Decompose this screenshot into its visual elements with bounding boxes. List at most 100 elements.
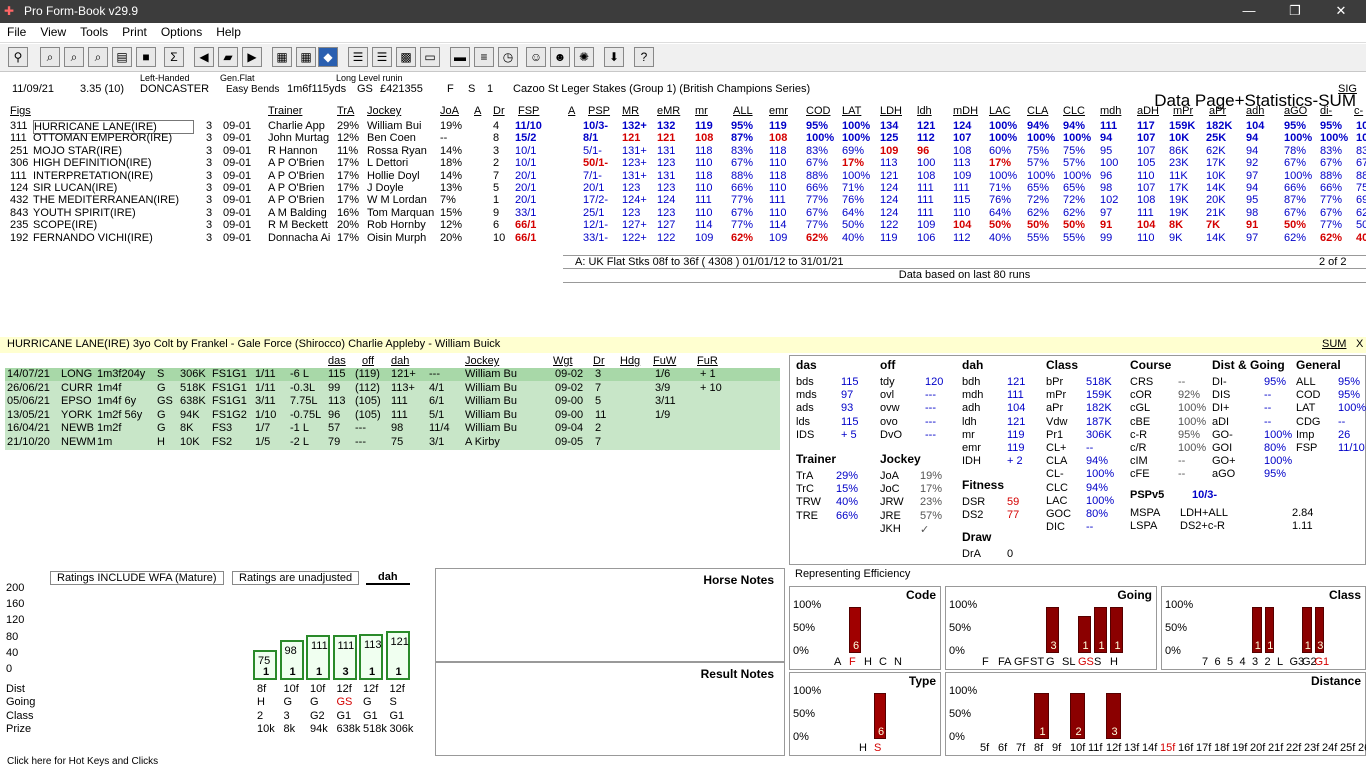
folder-icon[interactable]: ▬ [450,47,470,67]
find-icon[interactable]: ⌕ [88,47,108,67]
form-row[interactable]: 05/06/21 EPSO 1m4f 6y GS 638K FS1G1 3/11 7.75L 1… [5,395,780,408]
form-col-header[interactable]: Hdg [620,355,640,367]
bulb-icon[interactable]: ✺ [574,47,594,67]
ratings-adjust-toggle[interactable]: Ratings are unadjusted [232,571,360,585]
runner-row[interactable]: 843 YOUTH SPIRIT(IRE) 3 09-01 A M Balding 16%… [0,207,1366,219]
split-icon[interactable]: ☰ [348,47,368,67]
col-header[interactable]: emr [769,105,788,117]
form-col-header[interactable]: Wgt [553,355,573,367]
col-header[interactable]: TrA [337,105,354,117]
col-header[interactable]: LDH [880,105,902,117]
maximize-button[interactable]: ❐ [1272,0,1318,23]
grid-icon[interactable]: ▦ [272,47,292,67]
horse-notes-box[interactable]: Horse Notes [435,568,785,662]
col-header[interactable]: MR [622,105,639,117]
col-header[interactable]: LAT [842,105,861,117]
rating-bar[interactable]: 75 1 [253,649,277,680]
memo-icon[interactable]: ▭ [420,47,440,67]
runner-row[interactable]: 311 HURRICANE LANE(IRE) 3 09-01 Charlie App 2… [0,120,1366,134]
runner-row[interactable]: 111 INTERPRETATION(IRE) 3 09-01 A P O'Brien 1… [0,170,1366,182]
menu-options[interactable]: Options [154,23,209,41]
col-header[interactable]: Jockey [367,105,401,117]
result-notes-box[interactable]: Result Notes [435,662,785,756]
col-header[interactable]: aPr [1209,105,1226,117]
ratings-dah-toggle[interactable]: dah [366,571,410,585]
checklist-icon[interactable]: ≡ [474,47,494,67]
runner-row[interactable]: 432 THE MEDITERRANEAN(IRE) 3 09-01 A P O'Bri… [0,194,1366,206]
menu-print[interactable]: Print [115,23,154,41]
runner-row[interactable]: 235 SCOPE(IRE) 3 09-01 R M Beckett 20% Rob Hor… [0,219,1366,231]
binoculars-icon[interactable]: ⚲ [8,47,28,67]
view-icon[interactable]: ◆ [318,47,338,67]
zoom-icon[interactable]: ⌕ [64,47,84,67]
rating-bar[interactable]: 111 1 [306,635,330,680]
col-header[interactable]: FSP [518,105,539,117]
runner-row[interactable]: 251 MOJO STAR(IRE) 3 09-01 R Hannon 11% Rossa … [0,145,1366,157]
list-icon[interactable]: ▤ [112,47,132,67]
open-icon[interactable]: ▰ [218,47,238,67]
col-header[interactable]: adh [1246,105,1264,117]
rating-bar[interactable]: 111 3 [332,635,357,680]
form-col-header[interactable]: Jockey [465,355,499,367]
form-col-header[interactable]: FuW [653,355,676,367]
status-bar[interactable]: Click here for Hot Keys and Clicks [0,756,1366,768]
col-header[interactable]: c- [1354,105,1363,117]
col-header[interactable]: aGO [1284,105,1307,117]
col-header[interactable]: Figs [10,105,31,117]
user-icon[interactable]: ☺ [526,47,546,67]
col-header[interactable]: mr [695,105,708,117]
form-col-header[interactable]: das [328,355,346,367]
close-button[interactable]: ✕ [1318,0,1364,23]
col-header[interactable]: CLA [1027,105,1048,117]
form-col-header[interactable]: off [362,355,374,367]
rating-bar[interactable]: 113 1 [359,634,383,680]
col-header[interactable]: mdh [1100,105,1121,117]
form-row[interactable]: 16/04/21 NEWB 1m2f G 8K FS3 1/7 -1 L 57 --- 98 11/4… [5,422,780,435]
help-icon[interactable]: ? [634,47,654,67]
col-header[interactable]: mPr [1173,105,1193,117]
form-col-header[interactable]: dah [391,355,409,367]
search-icon[interactable]: ⌕ [40,47,60,67]
menu-view[interactable]: View [33,23,73,41]
form-row[interactable]: 13/05/21 YORK 1m2f 56y G 94K FS1G2 1/10 -0.75L 9… [5,409,780,422]
layout-icon[interactable]: ☰ [372,47,392,67]
menu-help[interactable]: Help [209,23,248,41]
runner-row[interactable]: 124 SIR LUCAN(IRE) 3 09-01 A P O'Brien 17% J D… [0,182,1366,194]
ratings-wfa-toggle[interactable]: Ratings INCLUDE WFA (Mature) [50,571,224,585]
runner-row[interactable]: 111 OTTOMAN EMPEROR(IRE) 3 09-01 John Murtag… [0,132,1366,144]
prev-icon[interactable]: ◀ [194,47,214,67]
col-header[interactable]: ldh [917,105,932,117]
rating-bar[interactable]: 121 1 [385,630,410,680]
stop-icon[interactable]: ■ [136,47,156,67]
rating-bar[interactable]: 98 1 [279,640,304,680]
form-col-header[interactable]: FuR [697,355,718,367]
col-header[interactable]: A [568,105,575,117]
close-horse-button[interactable]: X [1356,338,1363,350]
calc-icon[interactable]: ▩ [396,47,416,67]
col-header[interactable]: aDH [1137,105,1159,117]
timer-icon[interactable]: ◷ [498,47,518,67]
sum-button[interactable]: SUM [1322,338,1346,350]
next-icon[interactable]: ▶ [242,47,262,67]
col-header[interactable]: A [474,105,481,117]
status-text[interactable]: Click here for Hot Keys and Clicks [0,756,158,767]
col-header[interactable]: LAC [989,105,1010,117]
form-row[interactable]: 26/06/21 CURR 1m4f G 518K FS1G1 1/11 -0.3L 99 (11… [5,382,780,395]
col-header[interactable]: COD [806,105,830,117]
menu-file[interactable]: File [0,23,33,41]
col-header[interactable]: Trainer [268,105,302,117]
sigma-icon[interactable]: Σ [164,47,184,67]
form-row[interactable]: 21/10/20 NEWM 1m H 10K FS2 1/5 -2 L 79 --- 75 3/1 A … [5,436,780,449]
form-col-header[interactable]: Dr [593,355,605,367]
menu-tools[interactable]: Tools [73,23,115,41]
col-header[interactable]: mDH [953,105,978,117]
users-icon[interactable]: ☻ [550,47,570,67]
sig-button[interactable]: SIG [1338,83,1357,95]
col-header[interactable]: PSP [588,105,610,117]
runner-row[interactable]: 192 FERNANDO VICHI(IRE) 3 09-01 Donnacha Ai 1… [0,232,1366,244]
table-icon[interactable]: ▦ [296,47,316,67]
col-header[interactable]: ALL [733,105,753,117]
col-header[interactable]: di- [1320,105,1332,117]
col-header[interactable]: Dr [493,105,505,117]
form-row[interactable]: 14/07/21 LONG 1m3f204y S 306K FS1G1 1/11 -6 L 11… [5,368,780,381]
